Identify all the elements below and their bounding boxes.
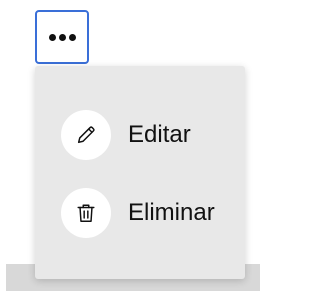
options-menu: Editar Eliminar <box>35 66 245 279</box>
ellipsis-horizontal-icon <box>48 33 76 41</box>
dot <box>48 33 56 41</box>
trash-icon <box>61 188 111 238</box>
stage: Editar Eliminar <box>0 0 266 291</box>
menu-item-label: Eliminar <box>128 199 215 226</box>
dot <box>68 33 76 41</box>
menu-item-delete[interactable]: Eliminar <box>61 188 215 238</box>
pencil-icon <box>61 110 111 160</box>
menu-item-edit[interactable]: Editar <box>61 110 191 160</box>
dot <box>58 33 66 41</box>
more-options-button[interactable] <box>35 10 89 64</box>
menu-item-label: Editar <box>128 121 191 148</box>
